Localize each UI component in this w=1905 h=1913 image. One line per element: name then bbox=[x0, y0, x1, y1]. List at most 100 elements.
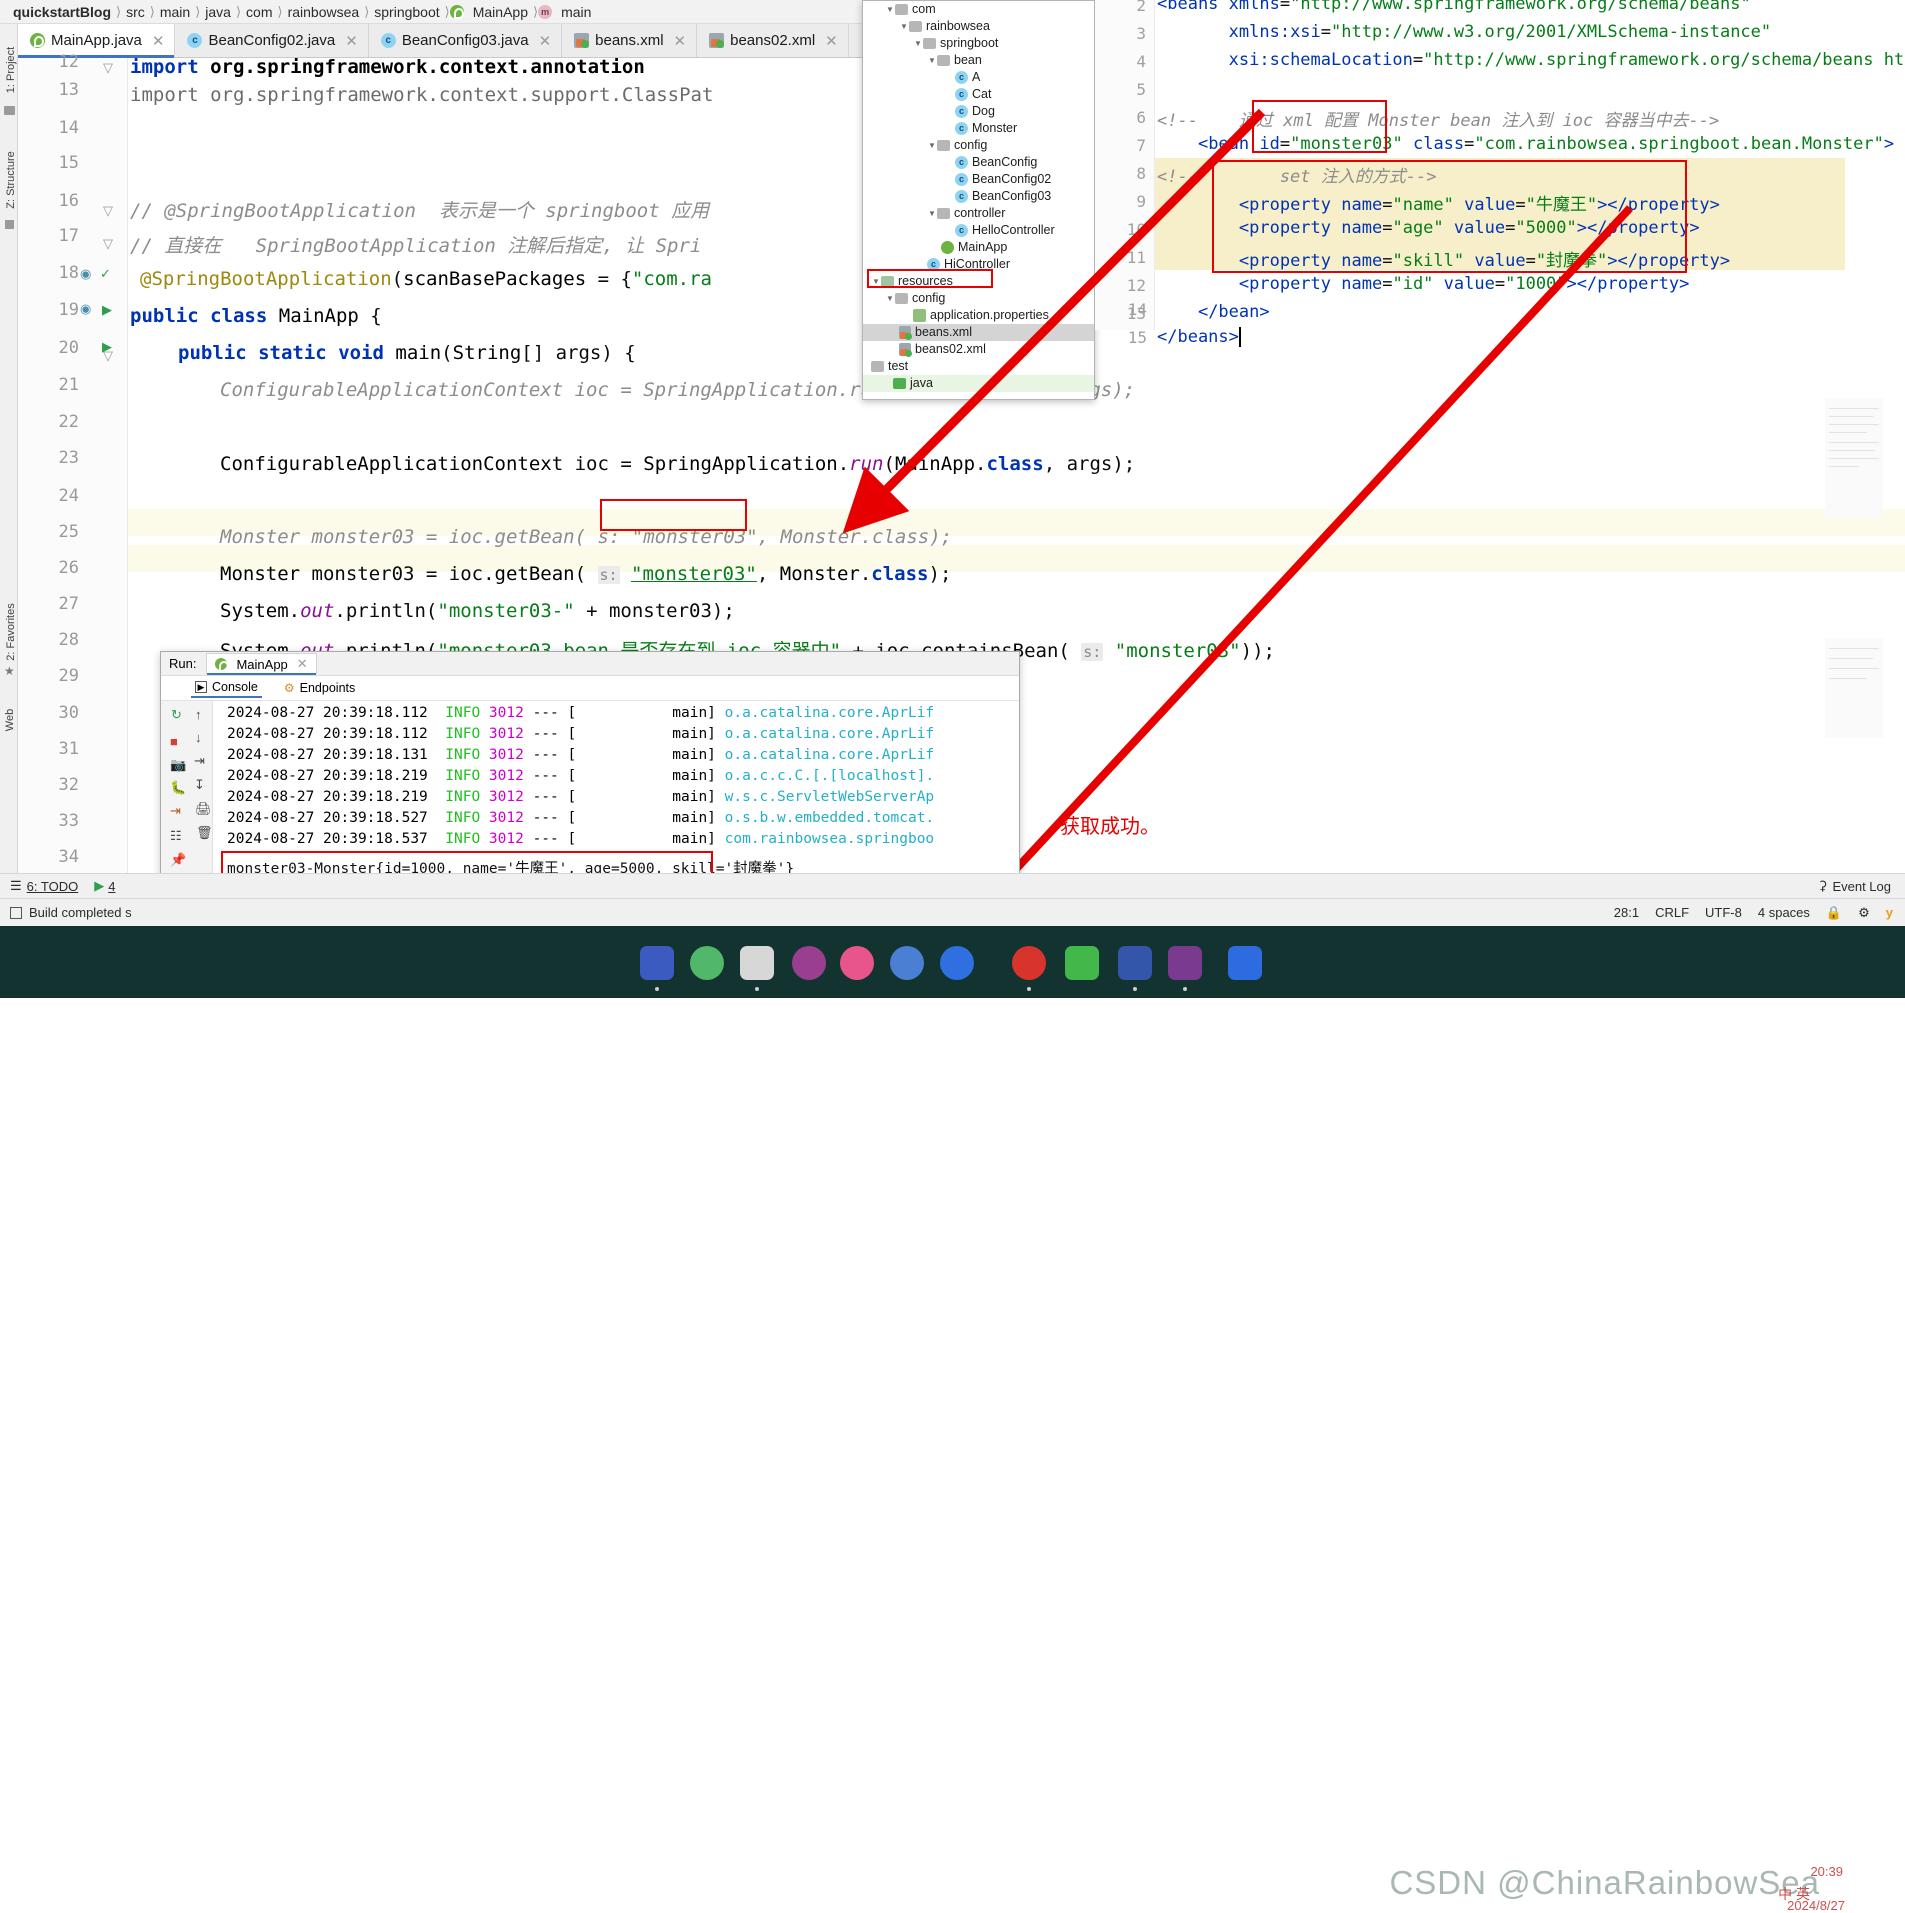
pin-button[interactable]: 📌 bbox=[170, 852, 186, 868]
run-config-tab[interactable]: MainApp ✕ bbox=[206, 653, 317, 675]
tree-node-monster[interactable]: c Monster bbox=[863, 120, 1094, 137]
sidebar-item-structure[interactable]: Z: Structure bbox=[5, 145, 17, 215]
tree-node-test[interactable]: test bbox=[863, 358, 1094, 375]
tree-node-beanconfig[interactable]: c BeanConfig bbox=[863, 154, 1094, 171]
taskbar[interactable] bbox=[0, 926, 1905, 998]
chevron-down-icon[interactable]: ▼ bbox=[927, 52, 937, 69]
taskbar-icon-explorer[interactable] bbox=[740, 946, 774, 980]
chevron-down-icon[interactable]: ▼ bbox=[871, 273, 881, 290]
tree-node-config[interactable]: ▼ config bbox=[863, 137, 1094, 154]
tree-node-rainbowsea[interactable]: ▼ rainbowsea bbox=[863, 18, 1094, 35]
indent-setting[interactable]: 4 spaces bbox=[1758, 905, 1810, 920]
tree-node-beans-xml[interactable]: beans.xml bbox=[863, 324, 1094, 341]
run-tool-button[interactable]: ▶ 4 bbox=[94, 878, 115, 894]
tree-node-cat[interactable]: c Cat bbox=[863, 86, 1094, 103]
scroll-up-button[interactable]: ↑ bbox=[195, 707, 202, 722]
checkmark-gutter-icon[interactable]: ✓ bbox=[100, 266, 111, 282]
build-status[interactable]: Build completed s bbox=[10, 905, 132, 920]
event-log-button[interactable]: ⚳ Event Log bbox=[1818, 878, 1891, 894]
tree-node-com[interactable]: ▼ com bbox=[863, 1, 1094, 18]
fold-marker[interactable]: ▽ bbox=[103, 60, 113, 76]
tree-node-a[interactable]: cA bbox=[863, 69, 1094, 86]
tree-node-beanconfig03[interactable]: c BeanConfig03 bbox=[863, 188, 1094, 205]
breadcrumb-item-2[interactable]: main bbox=[155, 4, 195, 20]
bean-gutter-icon[interactable]: ◉ bbox=[80, 266, 91, 282]
breadcrumb-item-3[interactable]: java bbox=[200, 4, 236, 20]
rerun-button[interactable]: ↻ bbox=[171, 707, 182, 723]
layout-button[interactable]: ☷ bbox=[170, 828, 182, 844]
chevron-down-icon[interactable]: ▼ bbox=[899, 18, 909, 35]
run-gutter-icon[interactable]: ▶ bbox=[102, 302, 112, 318]
chevron-down-icon[interactable]: ▼ bbox=[885, 1, 895, 18]
tree-node-application-properties[interactable]: application.properties bbox=[863, 307, 1094, 324]
project-tree-popup[interactable]: ▼ com ▼ rainbowsea ▼ springboot ▼ bean cA cC… bbox=[862, 0, 1095, 400]
tab-console[interactable]: ▶ Console bbox=[191, 678, 262, 698]
tree-node-test-java[interactable]: java bbox=[863, 375, 1094, 392]
tree-node-springboot[interactable]: ▼ springboot bbox=[863, 35, 1094, 52]
close-icon[interactable]: ✕ bbox=[539, 32, 552, 50]
taskbar-icon-3[interactable] bbox=[840, 946, 874, 980]
taskbar-icon-wechat[interactable] bbox=[1065, 946, 1099, 980]
tree-node-bean[interactable]: ▼ bean bbox=[863, 52, 1094, 69]
tab-endpoints[interactable]: ⚙ Endpoints bbox=[280, 679, 359, 697]
spring-gutter-icon[interactable]: ◉ bbox=[80, 301, 91, 317]
breadcrumb-item-7[interactable]: MainApp bbox=[468, 4, 533, 20]
breadcrumb-item-0[interactable]: quickstartBlog bbox=[8, 4, 116, 20]
taskbar-icon-idea[interactable] bbox=[1118, 946, 1152, 980]
tab-beanconfig02-java[interactable]: c BeanConfig02.java ✕ bbox=[175, 24, 369, 57]
close-icon[interactable]: ✕ bbox=[825, 32, 838, 50]
chevron-down-icon[interactable]: ▼ bbox=[927, 205, 937, 222]
caret-position[interactable]: 28:1 bbox=[1614, 905, 1639, 920]
taskbar-icon-1[interactable] bbox=[640, 946, 674, 980]
breadcrumb-item-1[interactable]: src bbox=[121, 4, 150, 20]
sidebar-item-favorites[interactable]: 2: Favorites bbox=[5, 597, 17, 667]
taskbar-icon-chrome[interactable] bbox=[690, 946, 724, 980]
tree-node-mainapp[interactable]: MainApp bbox=[863, 239, 1094, 256]
soft-wrap-button[interactable]: ⇥ bbox=[194, 753, 205, 769]
tree-node-hicontroller[interactable]: c HiController bbox=[863, 256, 1094, 273]
taskbar-icon-5[interactable] bbox=[940, 946, 974, 980]
sogou-icon[interactable]: y bbox=[1886, 905, 1893, 920]
line-separator[interactable]: CRLF bbox=[1655, 905, 1689, 920]
taskbar-icon-pycharm[interactable] bbox=[1168, 946, 1202, 980]
taskbar-icon-2[interactable] bbox=[792, 946, 826, 980]
sidebar-item-web[interactable]: Web bbox=[4, 700, 16, 740]
chevron-down-icon[interactable]: ▼ bbox=[913, 35, 923, 52]
tree-node-dog[interactable]: c Dog bbox=[863, 103, 1094, 120]
tab-beans02-xml[interactable]: beans02.xml ✕ bbox=[697, 24, 849, 57]
taskbar-icon-4[interactable] bbox=[890, 946, 924, 980]
close-icon[interactable]: ✕ bbox=[297, 656, 308, 672]
tree-node-beans02-xml[interactable]: beans02.xml bbox=[863, 341, 1094, 358]
tab-beans-xml[interactable]: beans.xml ✕ bbox=[562, 24, 698, 57]
sidebar-item-project[interactable]: 1: Project bbox=[5, 35, 17, 105]
tab-beanconfig03-java[interactable]: c BeanConfig03.java ✕ bbox=[368, 24, 563, 57]
chevron-down-icon[interactable]: ▼ bbox=[885, 290, 895, 307]
taskbar-icon-6[interactable] bbox=[1228, 946, 1262, 980]
screenshot-button[interactable]: 📷 bbox=[170, 757, 186, 773]
xml-editor[interactable]: <beans xmlns="http://www.springframework… bbox=[1155, 0, 1905, 330]
close-icon[interactable]: ✕ bbox=[152, 32, 165, 50]
tree-node-hellocontroller[interactable]: c HelloController bbox=[863, 222, 1094, 239]
clear-all-button[interactable]: 🗑 bbox=[196, 825, 213, 841]
todo-button[interactable]: ☰ 6: TODO bbox=[10, 878, 78, 894]
breadcrumb-item-5[interactable]: rainbowsea bbox=[283, 4, 365, 20]
lock-icon[interactable]: 🔒 bbox=[1826, 905, 1842, 921]
debug-button[interactable]: 🐛 bbox=[170, 780, 186, 796]
fold-marker[interactable]: ▽ bbox=[103, 203, 113, 219]
breadcrumb-item-6[interactable]: springboot bbox=[369, 4, 444, 20]
file-encoding[interactable]: UTF-8 bbox=[1705, 905, 1742, 920]
tree-node-resources[interactable]: ▼ resources bbox=[863, 273, 1094, 290]
print-button[interactable]: 🖨 bbox=[195, 801, 212, 817]
inspection-icon[interactable]: ⚙ bbox=[1858, 905, 1870, 921]
run-gutter-icon[interactable]: ▶ bbox=[102, 339, 112, 355]
scroll-down-button[interactable]: ↓ bbox=[195, 730, 202, 745]
breadcrumb-item-8[interactable]: main bbox=[556, 4, 596, 20]
scroll-to-end-button[interactable]: ↧ bbox=[194, 777, 205, 793]
close-icon[interactable]: ✕ bbox=[345, 32, 358, 50]
tree-node-controller[interactable]: ▼ controller bbox=[863, 205, 1094, 222]
stop-button[interactable]: ■ bbox=[170, 734, 178, 749]
close-icon[interactable]: ✕ bbox=[674, 32, 687, 50]
breadcrumb-item-4[interactable]: com bbox=[241, 4, 277, 20]
taskbar-icon-netease[interactable] bbox=[1012, 946, 1046, 980]
fold-marker[interactable]: ▽ bbox=[103, 236, 113, 252]
